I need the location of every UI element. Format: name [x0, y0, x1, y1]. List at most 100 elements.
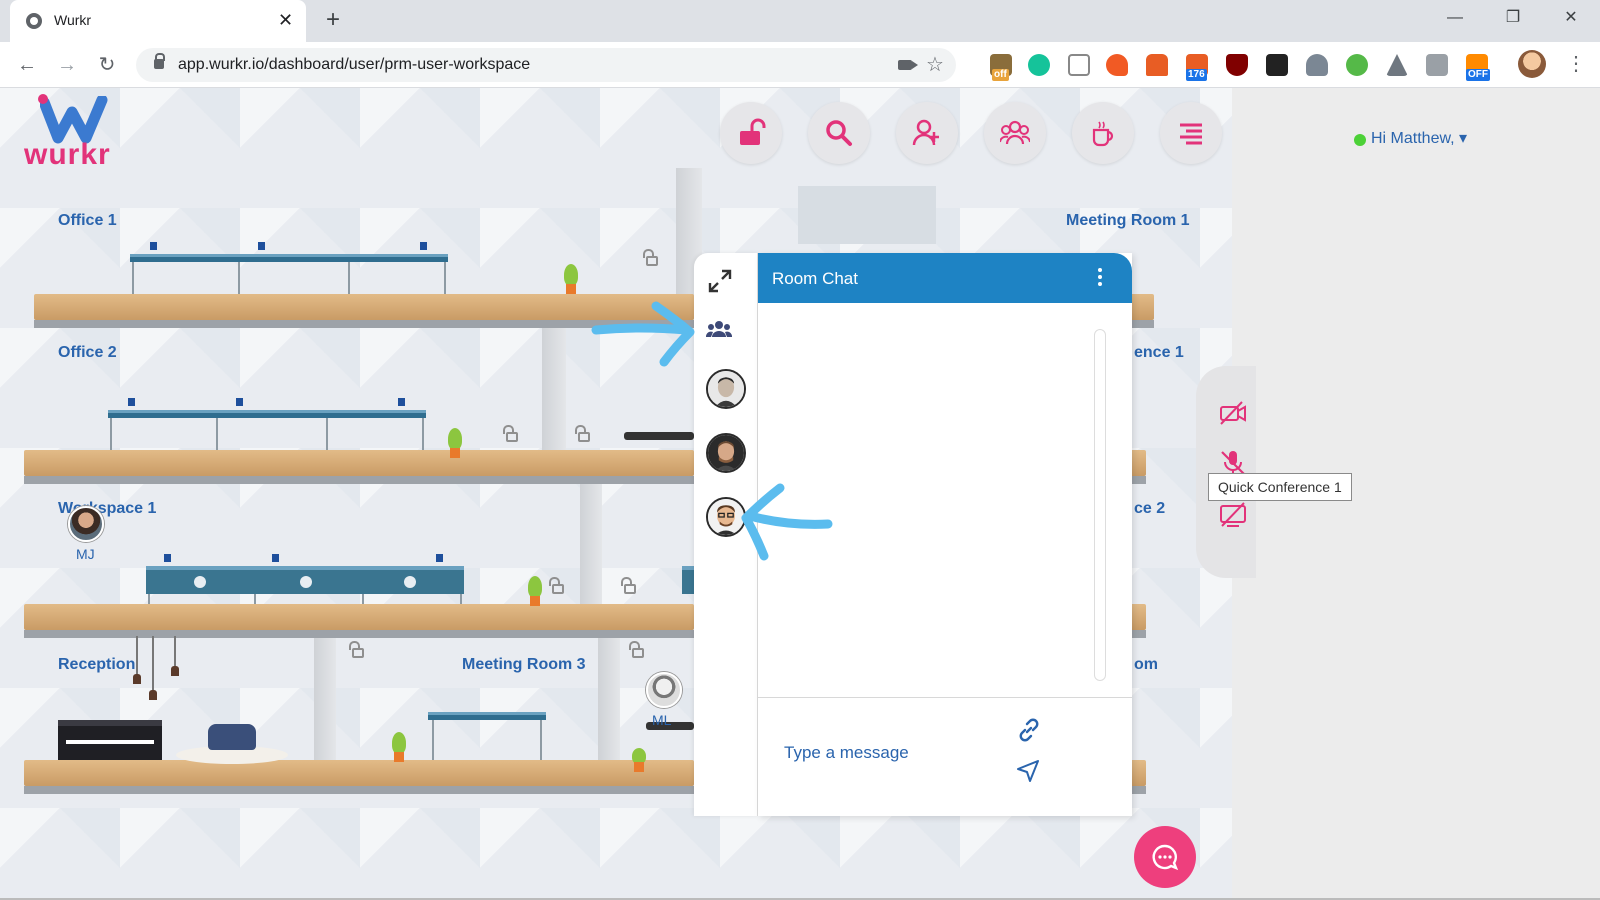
- profile-avatar[interactable]: [1518, 50, 1546, 78]
- tab-title: Wurkr: [54, 12, 92, 28]
- desk-partial: [624, 432, 694, 440]
- desk-cup: [150, 242, 157, 250]
- back-button[interactable]: ←: [12, 50, 42, 80]
- room-lock-icon[interactable]: [349, 641, 364, 658]
- extension-bag-icon[interactable]: [1146, 54, 1168, 76]
- chat-title: Room Chat: [772, 269, 858, 288]
- extension-ghost-icon[interactable]: [1306, 54, 1328, 76]
- search-icon: [826, 120, 852, 146]
- menu-icon: [1180, 123, 1202, 145]
- reception-desk: [58, 720, 162, 760]
- send-icon[interactable]: [1014, 757, 1042, 785]
- desk-leg: [348, 262, 350, 294]
- extension-drive-icon[interactable]: [1386, 54, 1408, 76]
- forward-button[interactable]: →: [52, 50, 82, 80]
- url-text[interactable]: app.wurkr.io/dashboard/user/prm-user-wor…: [178, 56, 530, 74]
- bookmark-star-icon[interactable]: ☆: [926, 52, 944, 77]
- room-chat-window: Room Chat: [758, 253, 1132, 816]
- room-lock-icon[interactable]: [503, 425, 518, 442]
- globe-icon: [26, 13, 42, 29]
- meeting-table: [428, 712, 546, 720]
- chat-message-input[interactable]: [784, 743, 1004, 763]
- room-label-conference-1[interactable]: ence 1: [1134, 344, 1184, 362]
- extension-robot-icon[interactable]: [1346, 54, 1368, 76]
- chat-menu-icon[interactable]: [1098, 268, 1102, 286]
- desk-cup: [436, 554, 443, 562]
- chat-scrollbar[interactable]: [1094, 329, 1106, 681]
- room-label-meeting-room-3[interactable]: Meeting Room 3: [462, 656, 586, 674]
- workspace-desk-partial: [682, 566, 694, 594]
- browser-tab-bar: Wurkr ✕ + — ❐ ✕: [0, 0, 1600, 42]
- online-status-dot: [1354, 134, 1366, 146]
- room-label-office-1[interactable]: Office 1: [58, 212, 117, 230]
- chat-header: Room Chat: [758, 253, 1132, 303]
- extension-c-icon[interactable]: [1068, 54, 1090, 76]
- desk-cup: [398, 398, 405, 406]
- room-lock-icon[interactable]: [549, 577, 564, 594]
- browser-menu-button[interactable]: ⋮: [1566, 52, 1586, 76]
- browser-tab[interactable]: Wurkr ✕: [10, 0, 306, 42]
- menu-button[interactable]: [1160, 102, 1222, 164]
- room-label-room[interactable]: om: [1134, 656, 1158, 674]
- floor-reception: [24, 760, 694, 794]
- chat-bubble-icon: [1152, 844, 1179, 871]
- desk-cup: [258, 242, 265, 250]
- reload-button[interactable]: ↻: [92, 50, 122, 80]
- floor-office-2: [24, 450, 694, 484]
- minimize-button[interactable]: —: [1440, 6, 1470, 30]
- camera-icon[interactable]: [898, 60, 918, 70]
- video-off-icon[interactable]: [1218, 398, 1248, 428]
- participant-avatar[interactable]: [706, 369, 746, 409]
- open-chat-button[interactable]: [1134, 826, 1196, 888]
- room-label-office-2[interactable]: Office 2: [58, 344, 117, 362]
- lock-room-button[interactable]: [720, 102, 782, 164]
- address-bar[interactable]: app.wurkr.io/dashboard/user/prm-user-wor…: [136, 48, 956, 82]
- room-lock-icon[interactable]: [643, 249, 658, 266]
- room-label-reception[interactable]: Reception: [58, 656, 135, 674]
- desk: [130, 254, 448, 262]
- lock-icon[interactable]: [154, 53, 165, 69]
- pendant-lamp: [149, 636, 157, 700]
- extension-box-icon[interactable]: [1426, 54, 1448, 76]
- extension-grammarly-icon[interactable]: [1028, 54, 1050, 76]
- floor-office-1: [34, 294, 694, 328]
- participant-avatar[interactable]: [706, 433, 746, 473]
- user-avatar-ml[interactable]: [646, 672, 682, 708]
- user-avatar-mj[interactable]: [68, 506, 104, 542]
- room-lock-icon[interactable]: [621, 577, 636, 594]
- screen-share-off-icon[interactable]: [1218, 500, 1248, 530]
- desk-leg: [148, 594, 150, 604]
- chat-divider: [758, 697, 1132, 698]
- room-lock-icon[interactable]: [629, 641, 644, 658]
- extension-shield-icon[interactable]: [1226, 54, 1248, 76]
- extension-arrow-icon[interactable]: [1106, 54, 1128, 76]
- break-room-button[interactable]: [1072, 102, 1134, 164]
- attach-link-icon[interactable]: [1016, 717, 1042, 743]
- participants-icon[interactable]: [706, 319, 732, 339]
- new-tab-button[interactable]: +: [326, 7, 340, 33]
- room-label-space-2[interactable]: ce 2: [1134, 500, 1165, 518]
- participant-avatar[interactable]: [706, 497, 746, 537]
- room-label-meeting-room-1[interactable]: Meeting Room 1: [1066, 212, 1190, 230]
- restore-button[interactable]: ❐: [1498, 6, 1528, 30]
- room-lock-icon[interactable]: [575, 425, 590, 442]
- search-button[interactable]: [808, 102, 870, 164]
- wall-pillar: [314, 632, 336, 772]
- expand-icon[interactable]: [706, 267, 734, 295]
- desk-leg: [238, 262, 240, 294]
- extension-badge: 176: [1186, 69, 1207, 81]
- add-user-icon: [912, 119, 939, 146]
- add-user-button[interactable]: [896, 102, 958, 164]
- desk-seat: [194, 576, 206, 588]
- avatar-initials-mj: MJ: [76, 546, 95, 562]
- empty-placeholder-box: [798, 186, 936, 244]
- user-greeting-dropdown[interactable]: Hi Matthew, ▾: [1371, 128, 1467, 148]
- desk-leg: [422, 418, 424, 450]
- window-close-button[interactable]: ✕: [1556, 6, 1586, 30]
- desk-leg: [110, 418, 112, 450]
- desk: [108, 410, 426, 418]
- team-button[interactable]: [984, 102, 1046, 164]
- extension-badge: off: [992, 69, 1009, 81]
- extension-monitor-icon[interactable]: [1266, 54, 1288, 76]
- tab-close-button[interactable]: ✕: [278, 9, 293, 31]
